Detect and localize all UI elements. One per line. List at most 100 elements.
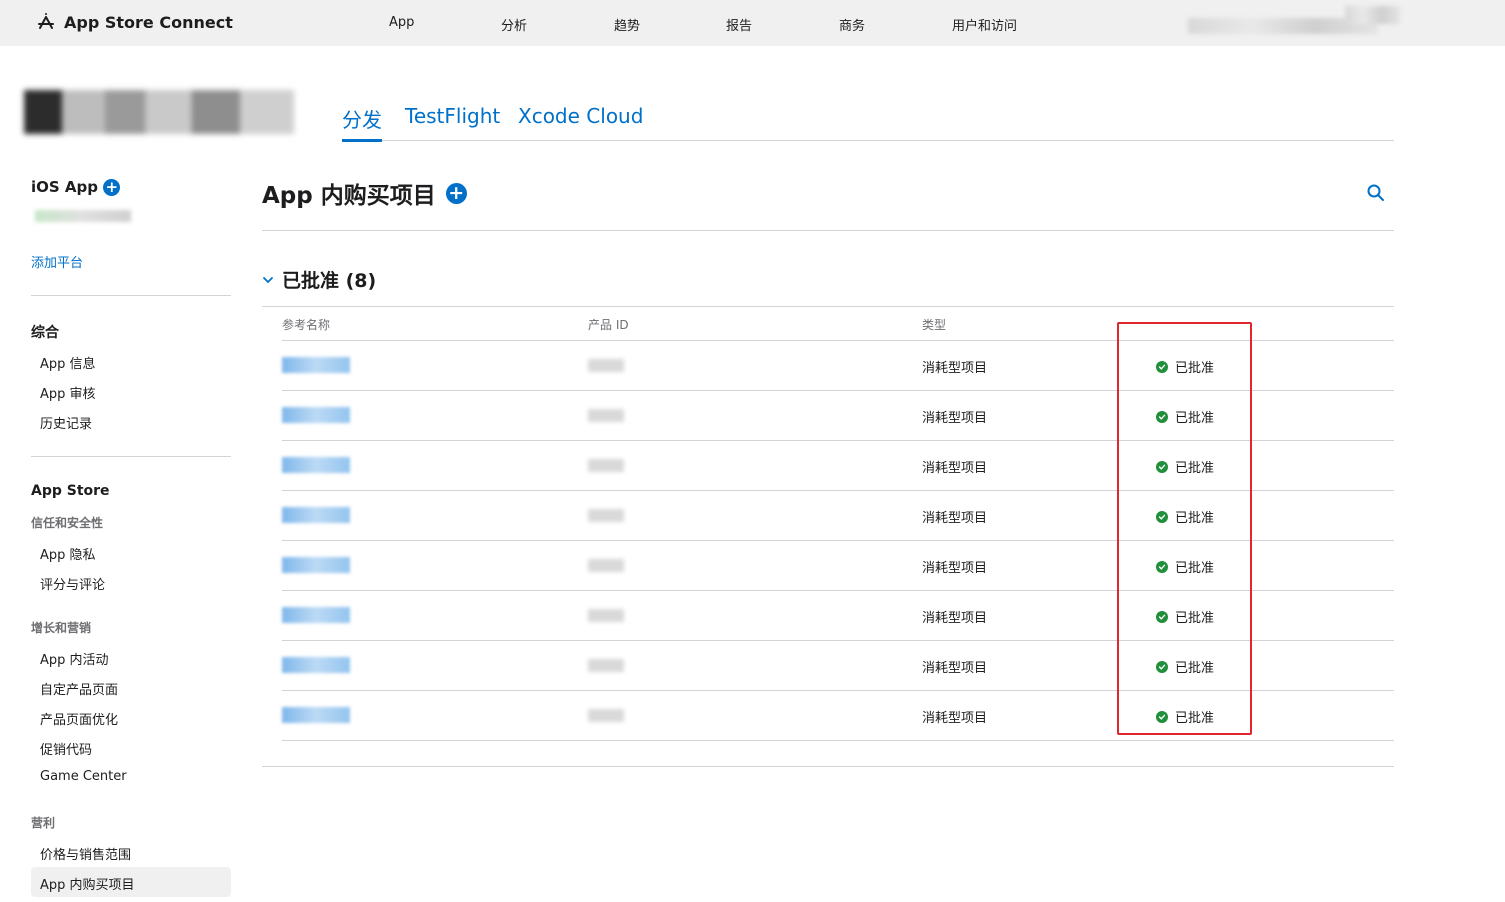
- sidebar-item-in-app-purchases[interactable]: App 内购买项目: [40, 874, 135, 893]
- status-cell: 已批准: [1156, 407, 1214, 426]
- platform-label: iOS App: [31, 178, 99, 196]
- sidebar-item-pricing-availability[interactable]: 价格与销售范围: [40, 844, 131, 863]
- table-bottom-divider: [262, 766, 1394, 767]
- status-cell: 已批准: [1156, 457, 1214, 476]
- product-id-redacted: [588, 709, 624, 722]
- product-id-redacted: [588, 559, 624, 572]
- sidebar-subheading-trust: 信任和安全性: [31, 516, 104, 530]
- nav-analytics[interactable]: 分析: [501, 15, 527, 34]
- brand-name: App Store Connect: [64, 12, 233, 32]
- add-icon[interactable]: +: [103, 179, 121, 196]
- sidebar-divider: [31, 456, 231, 457]
- table-row[interactable]: 消耗型项目 已批准: [282, 441, 1394, 491]
- tab-testflight[interactable]: TestFlight: [405, 104, 500, 128]
- page-title: App 内购买项目: [262, 183, 436, 209]
- status-label: 已批准: [1175, 361, 1215, 376]
- app-store-logo-icon: [38, 13, 54, 29]
- sidebar-heading-general: 综合: [31, 325, 59, 341]
- reference-name-redacted[interactable]: [282, 657, 350, 673]
- product-id-redacted: [588, 609, 624, 622]
- status-label: 已批准: [1175, 461, 1215, 476]
- type-cell: 消耗型项目: [922, 461, 988, 476]
- app-version-redacted: [35, 210, 131, 222]
- column-header-product-id[interactable]: 产品 ID: [588, 316, 629, 333]
- product-id-redacted: [588, 409, 624, 422]
- approved-check-icon: [1156, 410, 1168, 423]
- reference-name-redacted[interactable]: [282, 507, 350, 523]
- sidebar-item-promo-codes[interactable]: 促销代码: [40, 739, 92, 758]
- product-id-redacted: [588, 509, 624, 522]
- reference-name-redacted[interactable]: [282, 357, 350, 373]
- product-id-redacted: [588, 459, 624, 472]
- column-header-reference-name[interactable]: 参考名称: [282, 316, 330, 333]
- section-divider: [262, 306, 1394, 307]
- reference-name-redacted[interactable]: [282, 607, 350, 623]
- table-row[interactable]: 消耗型项目 已批准: [282, 491, 1394, 541]
- add-in-app-purchase-icon[interactable]: +: [445, 182, 467, 204]
- status-cell: 已批准: [1156, 707, 1214, 726]
- sidebar-platform[interactable]: iOS App +: [31, 178, 121, 196]
- approved-check-icon: [1156, 510, 1168, 523]
- approved-section-toggle[interactable]: 已批准 (8): [262, 266, 376, 293]
- reference-name-redacted[interactable]: [282, 557, 350, 573]
- sidebar-subheading-growth: 增长和营销: [31, 621, 92, 635]
- sidebar-item-custom-product-pages[interactable]: 自定产品页面: [40, 679, 118, 698]
- product-id-redacted: [588, 659, 624, 672]
- sidebar-item-app-privacy[interactable]: App 隐私: [40, 544, 96, 563]
- approved-check-icon: [1156, 660, 1168, 673]
- sidebar-item-app-info[interactable]: App 信息: [40, 353, 96, 372]
- search-icon[interactable]: [1366, 183, 1386, 203]
- type-cell: 消耗型项目: [922, 411, 988, 426]
- type-cell: 消耗型项目: [922, 511, 988, 526]
- type-cell: 消耗型项目: [922, 611, 988, 626]
- page-title-row: App 内购买项目 +: [262, 176, 467, 210]
- sidebar-item-ratings-reviews[interactable]: 评分与评论: [40, 574, 105, 593]
- nav-reports[interactable]: 报告: [726, 15, 752, 34]
- app-name-redacted[interactable]: [24, 90, 294, 134]
- status-cell: 已批准: [1156, 557, 1214, 576]
- type-cell: 消耗型项目: [922, 661, 988, 676]
- status-label: 已批准: [1175, 411, 1215, 426]
- title-divider: [262, 230, 1394, 231]
- status-label: 已批准: [1175, 511, 1215, 526]
- nav-business[interactable]: 商务: [839, 15, 865, 34]
- tab-xcode-cloud[interactable]: Xcode Cloud: [518, 104, 643, 128]
- sidebar-item-history[interactable]: 历史记录: [40, 413, 92, 432]
- column-header-type[interactable]: 类型: [922, 316, 946, 333]
- account-avatar-redacted[interactable]: [1345, 6, 1400, 24]
- nav-trends[interactable]: 趋势: [614, 15, 640, 34]
- tab-distribution[interactable]: 分发: [342, 104, 382, 133]
- brand[interactable]: App Store Connect: [36, 12, 233, 32]
- nav-app[interactable]: App: [389, 15, 414, 30]
- product-id-redacted: [588, 359, 624, 372]
- status-cell: 已批准: [1156, 657, 1214, 676]
- reference-name-redacted[interactable]: [282, 707, 350, 723]
- add-platform-link[interactable]: 添加平台: [31, 252, 83, 271]
- status-label: 已批准: [1175, 711, 1215, 726]
- type-cell: 消耗型项目: [922, 711, 988, 726]
- table-row[interactable]: 消耗型项目 已批准: [282, 391, 1394, 441]
- table-row[interactable]: 消耗型项目 已批准: [282, 541, 1394, 591]
- sidebar-subheading-monetization: 营利: [31, 816, 56, 830]
- approved-check-icon: [1156, 560, 1168, 573]
- type-cell: 消耗型项目: [922, 561, 988, 576]
- approved-check-icon: [1156, 460, 1168, 473]
- approved-check-icon: [1156, 360, 1168, 373]
- sidebar-item-app-review[interactable]: App 审核: [40, 383, 96, 402]
- table-row[interactable]: 消耗型项目 已批准: [282, 591, 1394, 641]
- table-row[interactable]: 消耗型项目 已批准: [282, 641, 1394, 691]
- sidebar-heading-app-store: App Store: [31, 483, 110, 499]
- status-label: 已批准: [1175, 561, 1215, 576]
- reference-name-redacted[interactable]: [282, 457, 350, 473]
- header-divider: [342, 140, 1394, 141]
- sidebar-item-game-center[interactable]: Game Center: [40, 769, 127, 784]
- active-tab-indicator: [342, 139, 382, 142]
- status-label: 已批准: [1175, 661, 1215, 676]
- nav-users-access[interactable]: 用户和访问: [952, 15, 1017, 34]
- reference-name-redacted[interactable]: [282, 407, 350, 423]
- table-row[interactable]: 消耗型项目 已批准: [282, 341, 1394, 391]
- approved-check-icon: [1156, 710, 1168, 723]
- sidebar-item-in-app-events[interactable]: App 内活动: [40, 649, 109, 668]
- table-row[interactable]: 消耗型项目 已批准: [282, 691, 1394, 741]
- sidebar-item-product-page-optimization[interactable]: 产品页面优化: [40, 709, 118, 728]
